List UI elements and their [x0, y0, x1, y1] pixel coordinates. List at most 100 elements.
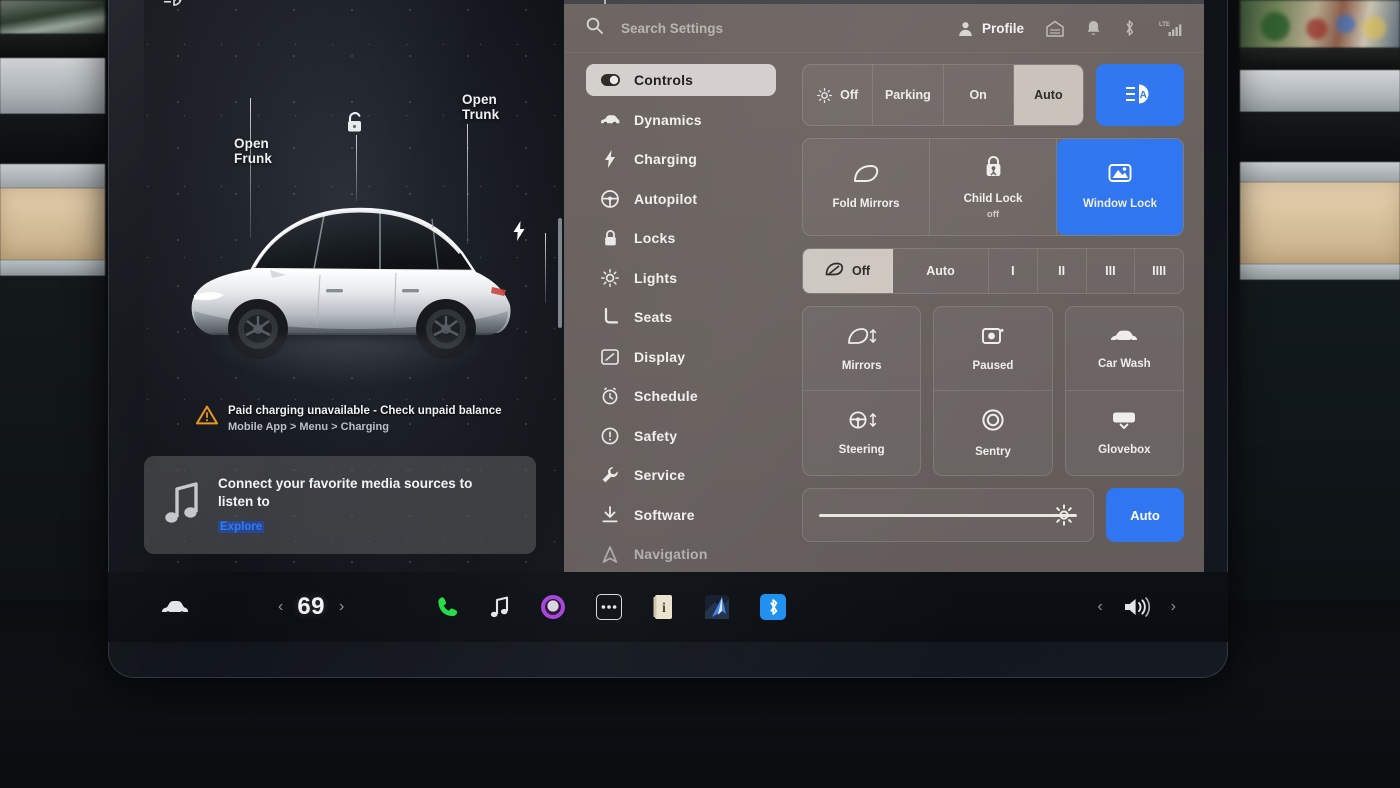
mirror-lock-row: Fold Mirrors Child Lock off Window Lock	[802, 138, 1184, 236]
wiper-label-4: IIII	[1152, 264, 1167, 278]
sidebar-item-charging[interactable]: Charging	[586, 143, 776, 175]
sidebar-item-controls[interactable]: Controls	[586, 64, 776, 96]
touchscreen-display: A Open Frunk Open Trunk	[108, 0, 1228, 642]
door-trim-upper-right	[1240, 70, 1400, 112]
search-icon	[586, 17, 603, 39]
wood-trim-right	[1240, 182, 1400, 264]
temperature-value[interactable]: 69	[297, 593, 325, 621]
bluetooth-app-icon[interactable]	[760, 594, 787, 620]
child-lock-button[interactable]: Child Lock off	[930, 139, 1057, 235]
mirrors-label: Mirrors	[841, 359, 882, 372]
sidebar-item-software[interactable]: Software	[586, 499, 776, 531]
sidebar-item-autopilot[interactable]: Autopilot	[586, 183, 776, 215]
brightness-auto-button[interactable]: Auto	[1106, 488, 1184, 542]
chevron-right-icon[interactable]: ›	[339, 598, 344, 616]
camera-app-icon[interactable]	[540, 594, 566, 620]
padlock-icon	[600, 228, 620, 248]
glovebox-label: Glovebox	[1098, 444, 1151, 456]
wiper-option-3[interactable]: III	[1087, 249, 1136, 293]
lte-signal-icon[interactable]: LTE	[1158, 19, 1182, 37]
volume-speaker-icon[interactable]	[1123, 596, 1151, 618]
child-lock-label: Child Lock	[963, 192, 1023, 205]
headlight-label-auto: Auto	[1034, 88, 1063, 102]
volume-chevron-right-icon[interactable]: ›	[1171, 598, 1176, 616]
wiper-option-2[interactable]: II	[1038, 249, 1087, 293]
search-input[interactable]: Search Settings	[621, 21, 723, 36]
window-lock-label: Window Lock	[1082, 198, 1157, 210]
brightness-slider[interactable]	[802, 488, 1094, 542]
sentry-mode-button[interactable]: Sentry	[934, 391, 1051, 475]
person-icon	[958, 21, 973, 36]
door-glass-right	[1240, 48, 1400, 70]
profile-button[interactable]: Profile	[958, 21, 1024, 36]
navigation-app-icon[interactable]	[704, 594, 730, 620]
music-note-icon	[162, 479, 202, 532]
brightness-slider-handle-sun-icon[interactable]	[1053, 504, 1075, 526]
open-frunk-label-line2: Frunk	[234, 151, 273, 166]
open-frunk-button[interactable]: Open Frunk	[234, 136, 272, 166]
auto-highbeam-icon: A	[1125, 83, 1155, 108]
owners-manual-icon[interactable]: i	[652, 594, 674, 620]
car-wash-button[interactable]: Car Wash	[1065, 307, 1183, 391]
unlocked-padlock-icon[interactable]	[344, 111, 366, 140]
dashcam-icon	[981, 326, 1005, 351]
vehicle-panel-scrollbar[interactable]	[558, 218, 562, 328]
touchscreen-bezel: A Open Frunk Open Trunk	[108, 0, 1228, 678]
door-trim-lower-right	[1240, 264, 1400, 280]
sidebar-item-lights[interactable]: Lights	[586, 262, 776, 294]
sidebar-item-seats[interactable]: Seats	[586, 301, 776, 333]
wiper-icon	[825, 262, 844, 280]
sidebar-label-autopilot: Autopilot	[634, 190, 698, 207]
media-note-icon[interactable]	[490, 595, 510, 619]
notification-bell-icon[interactable]	[1086, 20, 1101, 37]
sidebar-label-service: Service	[634, 467, 686, 483]
svg-text:LTE: LTE	[1159, 22, 1170, 28]
window-lock-button[interactable]: Window Lock	[1057, 139, 1183, 235]
sidebar-item-navigation[interactable]: Navigation	[586, 538, 776, 570]
sidebar-item-service[interactable]: Service	[586, 459, 776, 491]
sentry-label: Sentry	[975, 446, 1011, 458]
more-apps-icon[interactable]	[596, 594, 623, 620]
headlight-option-auto[interactable]: Auto	[1013, 65, 1083, 125]
media-sources-card[interactable]: Connect your favorite media sources to l…	[144, 456, 536, 554]
steering-adjust-button[interactable]: Steering	[803, 391, 920, 475]
chevron-left-icon[interactable]: ‹	[278, 598, 283, 616]
sidebar-item-schedule[interactable]: Schedule	[586, 380, 776, 412]
sidebar-label-display: Display	[634, 348, 686, 365]
phone-icon[interactable]	[436, 595, 460, 619]
volume-chevron-left-icon[interactable]: ‹	[1097, 598, 1102, 616]
sidebar-item-display[interactable]: Display	[586, 341, 776, 373]
sidebar-item-safety[interactable]: Safety	[586, 420, 776, 452]
bluetooth-icon[interactable]	[1123, 19, 1136, 37]
wiper-option-4[interactable]: IIII	[1135, 249, 1183, 293]
door-panel-dark-left	[0, 114, 105, 164]
fold-mirrors-button[interactable]: Fold Mirrors	[803, 139, 930, 235]
grid-column-3: Car Wash Glovebox	[1064, 306, 1184, 476]
garage-home-icon[interactable]	[1046, 20, 1064, 37]
open-trunk-button[interactable]: Open Trunk	[462, 92, 499, 122]
sidebar-item-dynamics[interactable]: Dynamics	[586, 104, 776, 136]
explore-link[interactable]: Explore	[218, 521, 265, 533]
wiper-option-auto[interactable]: Auto	[893, 249, 989, 293]
sidebar-label-software: Software	[634, 506, 695, 523]
wiper-option-off[interactable]: Off	[803, 249, 893, 293]
headlight-option-on[interactable]: On	[944, 65, 1014, 125]
quick-controls-grid: Mirrors Steering Paused Sentry Car Wash …	[802, 306, 1184, 476]
door-trim-mid-left	[0, 164, 105, 188]
car-front-icon[interactable]	[160, 599, 190, 616]
sidebar-label-schedule: Schedule	[634, 388, 698, 404]
glovebox-button[interactable]: Glovebox	[1066, 391, 1183, 475]
grid-column-1: Mirrors Steering	[802, 306, 922, 476]
charging-warning-banner[interactable]: Paid charging unavailable - Check unpaid…	[196, 404, 502, 434]
header-divider	[564, 52, 1204, 53]
auto-highbeam-button[interactable]: A	[1096, 64, 1184, 126]
sidebar-item-locks[interactable]: Locks	[586, 222, 776, 254]
dashcam-button[interactable]: Paused	[934, 307, 1052, 391]
window-view-right-detail	[1240, 0, 1400, 48]
headlight-option-off[interactable]: Off	[803, 65, 874, 125]
mirrors-adjust-button[interactable]: Mirrors	[803, 307, 921, 391]
glovebox-icon	[1111, 410, 1137, 435]
wiper-option-1[interactable]: I	[989, 249, 1038, 293]
controls-column: Off Parking On Auto A Fold Mirrors Child…	[802, 64, 1184, 542]
headlight-option-parking[interactable]: Parking	[873, 65, 944, 125]
